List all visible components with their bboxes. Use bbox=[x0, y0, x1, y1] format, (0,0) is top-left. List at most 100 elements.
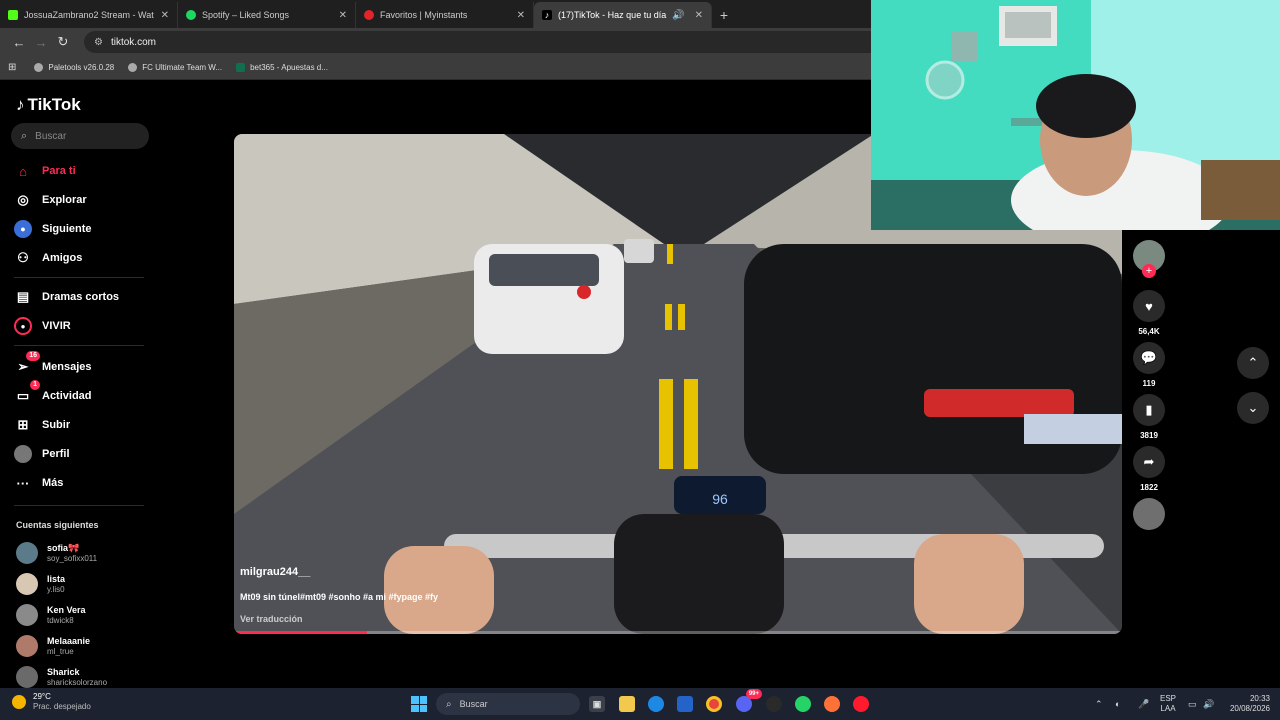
speaker-icon[interactable]: 🔊 bbox=[672, 10, 684, 21]
tab-kick[interactable]: JossuaZambrano2 Stream - Wat ✕ bbox=[0, 2, 178, 28]
clock[interactable]: 20:33 20/08/2026 bbox=[1226, 694, 1270, 714]
nav-label: Explorar bbox=[42, 194, 87, 206]
windows-start-icon[interactable] bbox=[411, 696, 427, 712]
display-icon[interactable]: ▭ bbox=[1188, 699, 1197, 709]
nav-amigos[interactable]: ⚇ Amigos bbox=[14, 249, 82, 267]
opera-icon[interactable] bbox=[853, 696, 869, 712]
forward-icon[interactable]: → bbox=[30, 35, 52, 50]
network-icon[interactable]: ◐ bbox=[1115, 699, 1120, 709]
firefox-icon[interactable] bbox=[824, 696, 840, 712]
following-header: Cuentas siguientes bbox=[16, 520, 99, 530]
nav-mensajes[interactable]: ➢ 16 Mensajes bbox=[14, 351, 92, 376]
nav-label: Actividad bbox=[42, 390, 92, 402]
back-icon[interactable]: ← bbox=[8, 35, 30, 50]
nav-vivir[interactable]: ● VIVIR bbox=[14, 317, 71, 335]
tiktok-icon: ♪ bbox=[16, 95, 25, 114]
follow-plus-icon[interactable]: + bbox=[1142, 264, 1156, 278]
language-indicator[interactable]: ESP LAA bbox=[1160, 694, 1176, 714]
chrome-icon[interactable] bbox=[706, 696, 722, 712]
avatar bbox=[16, 604, 38, 626]
store-icon[interactable] bbox=[677, 696, 693, 712]
share-count: 1822 bbox=[1140, 483, 1158, 492]
steam-icon[interactable] bbox=[766, 696, 782, 712]
compass-icon: ◎ bbox=[17, 192, 29, 207]
url-text: tiktok.com bbox=[110, 36, 156, 48]
nav-explorar[interactable]: ◎ Explorar bbox=[14, 191, 87, 209]
reload-icon[interactable]: ↻ bbox=[52, 34, 74, 50]
bookmark-icon: ▮ bbox=[1133, 394, 1165, 426]
tiktok-logo[interactable]: ♪ TikTok bbox=[16, 95, 81, 115]
music-disc-button[interactable] bbox=[1132, 498, 1166, 530]
volume-icon[interactable]: 🔊 bbox=[1203, 699, 1214, 709]
bookmark-fc-ultimate[interactable]: FC Ultimate Team W... bbox=[128, 63, 222, 72]
nav-perfil[interactable]: Perfil bbox=[14, 445, 70, 463]
following-account[interactable]: lista y.lis0 bbox=[16, 573, 65, 595]
account-handle: soy_sofixx011 bbox=[47, 553, 98, 563]
account-name: lista bbox=[47, 573, 66, 584]
nav-divider bbox=[14, 277, 144, 278]
bookmark-bet365[interactable]: bet365 - Apuestas d... bbox=[236, 63, 328, 72]
profile-icon bbox=[14, 445, 32, 463]
comment-icon: 💬 bbox=[1133, 342, 1165, 374]
lang-bottom: LAA bbox=[1160, 704, 1176, 713]
nav-label: Dramas cortos bbox=[42, 291, 120, 303]
apps-icon[interactable]: ⊞ bbox=[8, 62, 16, 73]
avatar bbox=[16, 635, 38, 657]
comment-button[interactable]: 💬 119 bbox=[1132, 342, 1166, 388]
discord-icon[interactable]: 99+ bbox=[736, 689, 762, 712]
tab-tiktok[interactable]: ♪ (17)TikTok - Haz que tu día 🔊 ✕ bbox=[534, 2, 712, 28]
weather-widget[interactable]: 29°C Prac. despejado bbox=[12, 692, 91, 712]
whatsapp-icon[interactable] bbox=[795, 696, 811, 712]
translate-link[interactable]: Ver traducción bbox=[240, 614, 438, 624]
url-field[interactable]: ⚙ tiktok.com bbox=[84, 31, 904, 53]
kick-icon bbox=[8, 10, 18, 20]
nav-actividad[interactable]: ▭ 1 Actividad bbox=[14, 380, 92, 405]
video-progress-bar[interactable] bbox=[234, 631, 1122, 634]
following-account[interactable]: sofia🎀 soy_sofixx011 bbox=[16, 542, 97, 564]
search-input[interactable]: ⌕ Buscar bbox=[11, 123, 149, 149]
close-icon[interactable]: ✕ bbox=[161, 10, 169, 21]
nav-siguiente[interactable]: ● Siguiente bbox=[14, 220, 92, 238]
logo-text: TikTok bbox=[27, 95, 81, 114]
following-account[interactable]: Sharick sharicksolorzano bbox=[16, 666, 107, 688]
close-icon[interactable]: ✕ bbox=[517, 10, 525, 21]
close-icon[interactable]: ✕ bbox=[695, 10, 703, 21]
nav-subir[interactable]: ⊞ Subir bbox=[14, 416, 71, 434]
previous-video-button[interactable]: ⌃ bbox=[1237, 347, 1269, 379]
nav-dramas-cortos[interactable]: ▤ Dramas cortos bbox=[14, 288, 119, 306]
edge-icon[interactable] bbox=[648, 696, 664, 712]
author-avatar-button[interactable]: + bbox=[1132, 240, 1166, 278]
avatar bbox=[16, 573, 38, 595]
taskbar-search-placeholder: Buscar bbox=[459, 699, 488, 709]
close-icon[interactable]: ✕ bbox=[339, 10, 347, 21]
next-video-button[interactable]: ⌄ bbox=[1237, 392, 1269, 424]
file-explorer-icon[interactable] bbox=[619, 696, 635, 712]
video-info: milgrau244__ Mt09 sin túnel#mt09 #sonho … bbox=[240, 566, 438, 624]
bookmark-paletools[interactable]: Paletools v26.0.28 bbox=[34, 63, 114, 72]
taskbar-search-input[interactable]: ⌕ Buscar bbox=[436, 693, 580, 715]
tab-spotify[interactable]: Spotify – Liked Songs ✕ bbox=[178, 2, 356, 28]
chevron-up-icon: ⌃ bbox=[1247, 355, 1259, 370]
nav-para-ti[interactable]: ⌂ Para ti bbox=[14, 162, 76, 180]
following-account[interactable]: Ken Vera tdwick8 bbox=[16, 604, 86, 626]
nav-mas[interactable]: ··· Más bbox=[14, 474, 64, 492]
new-tab-button[interactable]: + bbox=[712, 2, 736, 28]
following-account[interactable]: Melaaanie ml_true bbox=[16, 635, 90, 657]
account-name: Ken Vera bbox=[47, 604, 86, 615]
share-button[interactable]: ➦ 1822 bbox=[1132, 446, 1166, 492]
site-info-icon[interactable]: ⚙ bbox=[94, 37, 103, 48]
music-disc-icon bbox=[1133, 498, 1165, 530]
task-view-icon[interactable]: ▣ bbox=[589, 696, 605, 712]
nav-label: Mensajes bbox=[42, 361, 92, 373]
account-handle: ml_true bbox=[47, 646, 74, 656]
messages-icon: ➢ 16 bbox=[14, 351, 40, 376]
bookmark-label: FC Ultimate Team W... bbox=[142, 63, 223, 72]
chevron-up-icon[interactable]: ⌃ bbox=[1095, 699, 1103, 709]
lang-top: ESP bbox=[1160, 694, 1177, 703]
video-author[interactable]: milgrau244__ bbox=[240, 566, 438, 578]
tab-title: Favoritos | Myinstants bbox=[380, 10, 468, 20]
save-button[interactable]: ▮ 3819 bbox=[1132, 394, 1166, 440]
tab-myinstants[interactable]: Favoritos | Myinstants ✕ bbox=[356, 2, 534, 28]
microphone-icon[interactable]: 🎤 bbox=[1138, 699, 1149, 709]
like-button[interactable]: ♥ 56,4K bbox=[1132, 290, 1166, 336]
